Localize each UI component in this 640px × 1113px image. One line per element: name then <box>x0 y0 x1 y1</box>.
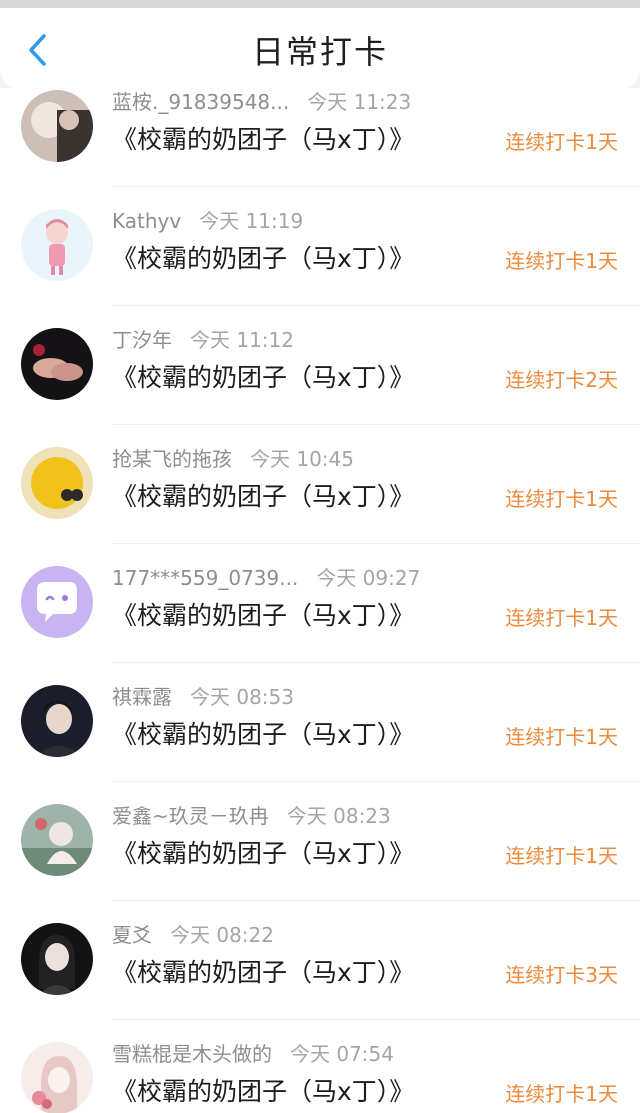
avatar[interactable] <box>21 90 93 162</box>
username[interactable]: 祺霖露 <box>112 685 172 709</box>
streak-badge: 连续打卡1天 <box>505 725 618 749</box>
book-title[interactable]: 《校霸的奶团子（马x丁）》 <box>112 834 414 870</box>
avatar[interactable] <box>21 804 93 876</box>
checkin-list[interactable]: 蓝桉._91839548... 今天 11:23 《校霸的奶团子（马x丁）》 连续… <box>0 88 640 1113</box>
list-item[interactable]: 丁汐年 今天 11:12 《校霸的奶团子（马x丁）》 连续打卡2天 <box>0 306 640 425</box>
username[interactable]: 蓝桉._91839548... <box>112 90 289 114</box>
book-title[interactable]: 《校霸的奶团子（马x丁）》 <box>112 1072 414 1108</box>
username[interactable]: 爱鑫~玖灵－玖冉 <box>112 804 269 828</box>
checkin-time: 今天 08:23 <box>286 804 391 828</box>
username[interactable]: 177***559_0739... <box>112 566 298 590</box>
username[interactable]: 抢某飞的拖孩 <box>112 447 232 471</box>
checkin-time: 今天 11:19 <box>199 209 304 233</box>
book-title[interactable]: 《校霸的奶团子（马x丁）》 <box>112 477 414 513</box>
streak-badge: 连续打卡1天 <box>505 606 618 630</box>
streak-badge: 连续打卡1天 <box>505 130 618 154</box>
streak-badge: 连续打卡2天 <box>505 368 618 392</box>
checkin-time: 今天 11:12 <box>190 328 294 352</box>
avatar[interactable] <box>21 209 93 281</box>
checkin-time: 今天 10:45 <box>250 447 354 471</box>
streak-badge: 连续打卡1天 <box>505 844 618 868</box>
list-item[interactable]: 抢某飞的拖孩 今天 10:45 《校霸的奶团子（马x丁）》 连续打卡1天 <box>0 425 640 544</box>
checkin-time: 今天 11:23 <box>307 90 412 114</box>
avatar[interactable] <box>21 923 93 995</box>
username[interactable]: 丁汐年 <box>112 328 172 352</box>
list-item[interactable]: 夏爻 今天 08:22 《校霸的奶团子（马x丁）》 连续打卡3天 <box>0 901 640 1020</box>
username[interactable]: 夏爻 <box>112 923 152 947</box>
list-item[interactable]: Kathyv 今天 11:19 《校霸的奶团子（马x丁）》 连续打卡1天 <box>0 187 640 306</box>
list-item[interactable]: 蓝桉._91839548... 今天 11:23 《校霸的奶团子（马x丁）》 连续… <box>0 88 640 187</box>
book-title[interactable]: 《校霸的奶团子（马x丁）》 <box>112 358 414 394</box>
nav-header: 日常打卡 <box>0 8 640 90</box>
username[interactable]: 雪糕棍是木头做的 <box>112 1042 272 1066</box>
book-title[interactable]: 《校霸的奶团子（马x丁）》 <box>112 120 414 156</box>
book-title[interactable]: 《校霸的奶团子（马x丁）》 <box>112 953 414 989</box>
avatar[interactable] <box>21 447 93 519</box>
checkin-time: 今天 09:27 <box>316 566 421 590</box>
status-strip <box>0 0 640 8</box>
avatar[interactable] <box>21 566 93 638</box>
book-title[interactable]: 《校霸的奶团子（马x丁）》 <box>112 596 414 632</box>
streak-badge: 连续打卡1天 <box>505 249 618 273</box>
streak-badge: 连续打卡3天 <box>505 963 618 987</box>
list-item[interactable]: 祺霖露 今天 08:53 《校霸的奶团子（马x丁）》 连续打卡1天 <box>0 663 640 782</box>
checkin-time: 今天 08:22 <box>170 923 274 947</box>
book-title[interactable]: 《校霸的奶团子（马x丁）》 <box>112 715 414 751</box>
list-item[interactable]: 177***559_0739... 今天 09:27 《校霸的奶团子（马x丁）》 … <box>0 544 640 663</box>
streak-badge: 连续打卡1天 <box>505 487 618 511</box>
page-title: 日常打卡 <box>251 33 388 71</box>
checkin-time: 今天 07:54 <box>290 1042 394 1066</box>
book-title[interactable]: 《校霸的奶团子（马x丁）》 <box>112 239 414 275</box>
username[interactable]: Kathyv <box>112 209 181 233</box>
list-item[interactable]: 爱鑫~玖灵－玖冉 今天 08:23 《校霸的奶团子（马x丁）》 连续打卡1天 <box>0 782 640 901</box>
checkin-time: 今天 08:53 <box>190 685 294 709</box>
streak-badge: 连续打卡1天 <box>505 1082 618 1106</box>
avatar[interactable] <box>21 1042 93 1113</box>
avatar[interactable] <box>21 685 93 757</box>
avatar[interactable] <box>21 328 93 400</box>
list-item[interactable]: 雪糕棍是木头做的 今天 07:54 《校霸的奶团子（马x丁）》 连续打卡1天 <box>0 1020 640 1113</box>
